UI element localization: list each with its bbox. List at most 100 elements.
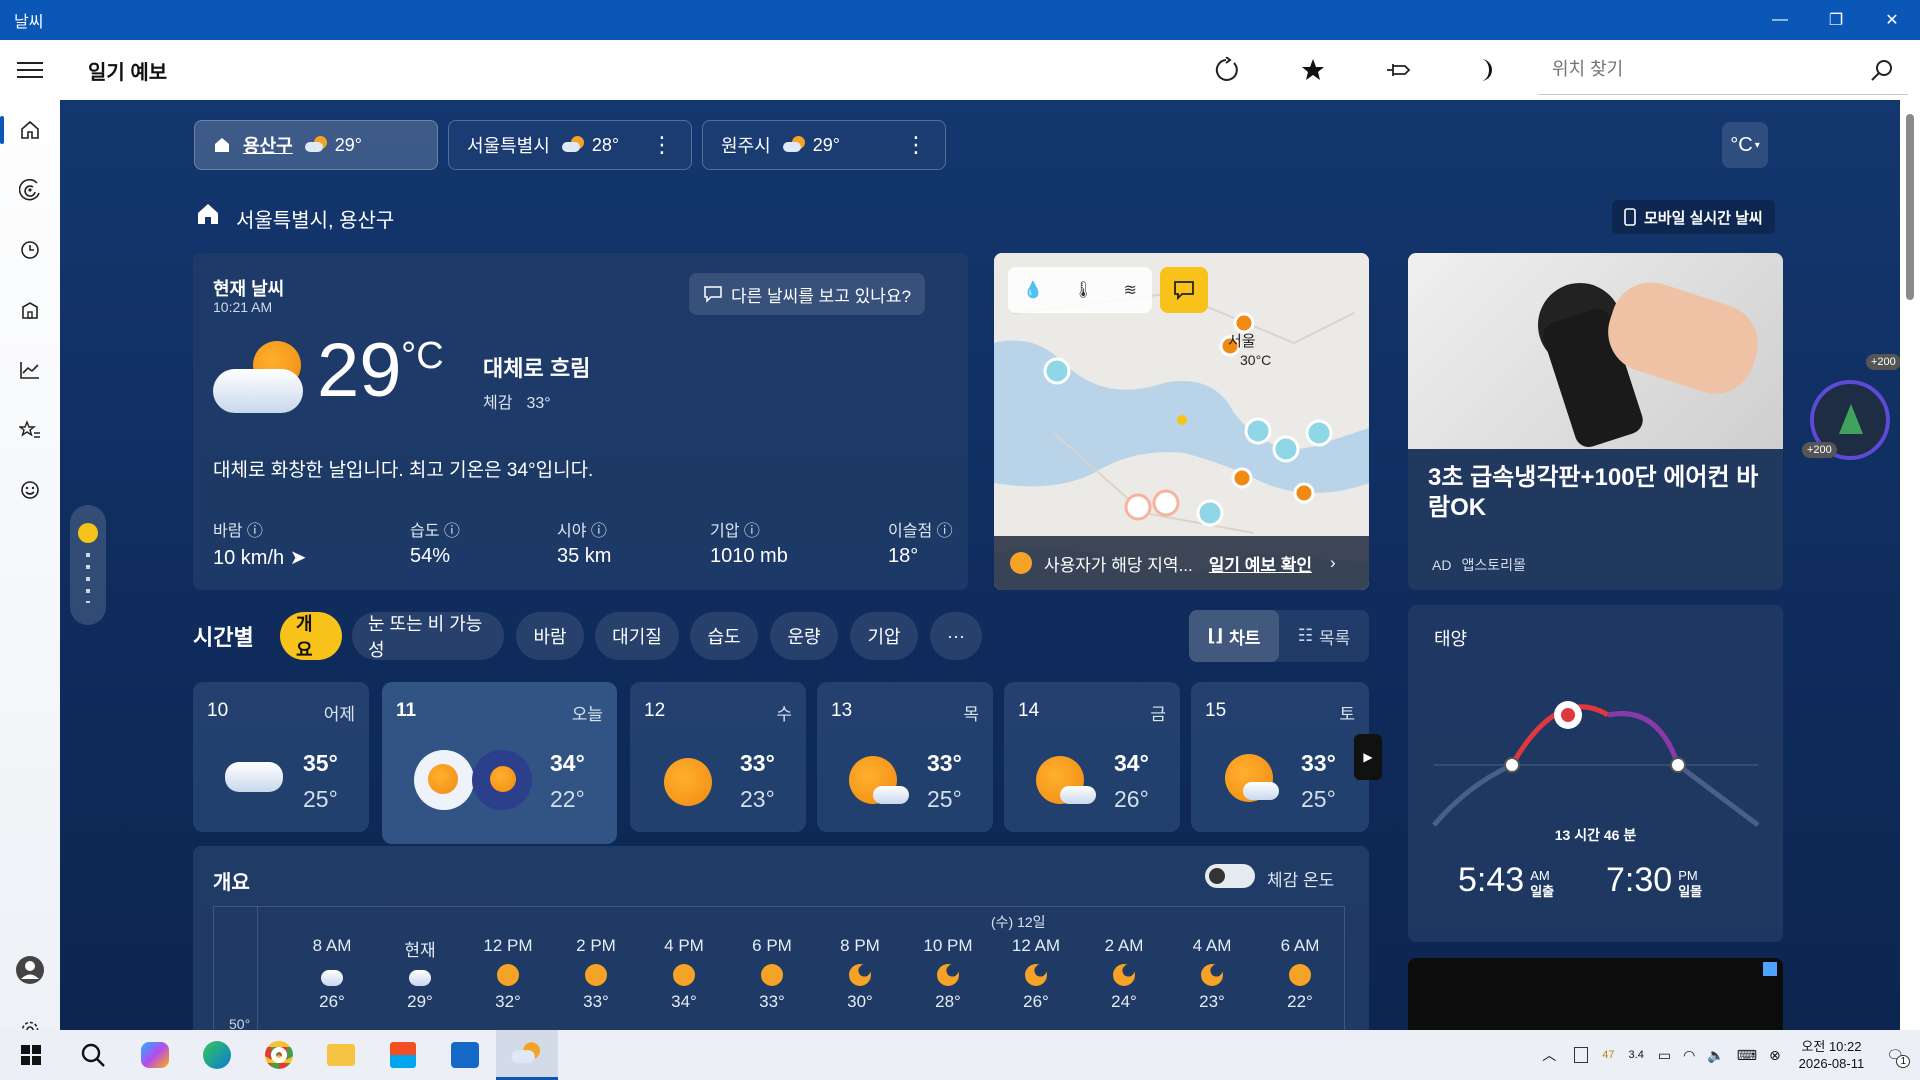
hour-label: 12 AM (1011, 936, 1061, 955)
stat-label: 바람 (213, 523, 243, 540)
copilot-app[interactable] (124, 1030, 186, 1080)
day-low: 25° (927, 786, 962, 812)
map-feedback-button[interactable] (1160, 267, 1208, 313)
stat-pressure[interactable]: 기압 ⓘ 1010 mb (710, 517, 788, 568)
tray-value-2: 3.4 (1628, 1049, 1644, 1061)
ad-choices-icon[interactable] (1763, 962, 1777, 976)
notification-button[interactable]: 🗨 1 (1886, 1047, 1910, 1068)
sidebar-item-account[interactable] (0, 940, 60, 1000)
chevron-up-icon[interactable]: ︿ (1542, 1045, 1556, 1065)
forecast-check-link[interactable]: 일기 예보 확인 (1209, 551, 1312, 576)
wind-layer-icon[interactable]: ≋ (1124, 280, 1137, 300)
pin-button[interactable] (1356, 40, 1442, 100)
more-options-icon[interactable]: ⋮ (905, 132, 927, 158)
day-card-today[interactable]: 11 오늘 34° 22° (382, 682, 617, 844)
sidebar-item-hourly[interactable] (0, 220, 60, 280)
precipitation-layer-icon[interactable]: 💧 (1023, 280, 1043, 300)
location-search-input[interactable] (1552, 59, 1852, 80)
taskbar-search-button[interactable] (62, 1030, 124, 1080)
temperature-layer-icon[interactable]: 🌡 (1073, 280, 1093, 300)
stat-visibility[interactable]: 시야 ⓘ 35 km (557, 517, 611, 568)
minimize-button[interactable]: — (1752, 0, 1808, 40)
outlook-app[interactable] (434, 1030, 496, 1080)
start-button[interactable] (0, 1030, 62, 1080)
chip-cloud[interactable]: 운량 (770, 612, 838, 660)
chart-view-button[interactable]: ⌊⌋ 차트 (1189, 610, 1279, 662)
sidebar-item-home[interactable] (0, 100, 60, 160)
chip-pressure[interactable]: 기압 (850, 612, 918, 660)
next-days-button[interactable]: ▶ (1354, 734, 1382, 780)
reward-badge: +200 (1866, 354, 1900, 370)
ad-card[interactable]: 3초 급속냉각판+100단 에어컨 바람OK AD 앱스토리몰 (1408, 253, 1783, 590)
hour-label: 2 AM (1104, 936, 1144, 955)
tablet-icon[interactable] (1574, 1047, 1589, 1063)
more-options-icon[interactable]: ⋮ (651, 132, 673, 158)
sidebar-item-trends[interactable] (0, 340, 60, 400)
sidebar-item-lifestyle[interactable] (0, 460, 60, 520)
ad-headline[interactable]: 3초 급속냉각판+100단 에어컨 바람OK (1428, 463, 1768, 523)
day-card[interactable]: 13 목 33° 25° (817, 682, 993, 832)
day-card[interactable]: 12 수 33° 23° (630, 682, 806, 832)
clock-date: 2026-08-11 (1798, 1056, 1865, 1071)
location-tab-seoul[interactable]: 서울특별시 28° ⋮ (448, 120, 692, 170)
menu-button[interactable] (0, 40, 60, 100)
chip-humidity[interactable]: 습도 (690, 612, 758, 660)
sidebar-item-favorites[interactable] (0, 400, 60, 460)
chip-precipitation[interactable]: 눈 또는 비 가능성 (352, 612, 504, 660)
restore-button[interactable]: ❐ (1808, 0, 1864, 40)
weather-map-card[interactable]: 서울 30°C 💧 🌡 ≋ 사용자가 해당 지역... 일기 예보 확인 › (994, 253, 1369, 590)
search-icon[interactable] (1870, 58, 1894, 82)
stat-humidity[interactable]: 습도 ⓘ 54% (410, 517, 460, 568)
day-card[interactable]: 15 토 33° 25° (1191, 682, 1369, 832)
scrollbar[interactable] (1900, 100, 1920, 1030)
stat-wind[interactable]: 바람 ⓘ 10 km/h ➤ (213, 517, 306, 570)
battery-icon[interactable]: ▭ (1658, 1047, 1671, 1064)
keyboard-icon[interactable]: ⌨ (1737, 1047, 1757, 1064)
chrome-app[interactable] (248, 1030, 310, 1080)
mic-muted-icon[interactable]: ⊗ (1769, 1047, 1781, 1064)
day-date: 10 (207, 700, 229, 721)
day-card[interactable]: 10 어제 35° 25° (193, 682, 369, 832)
list-view-button[interactable]: ☷ 목록 (1279, 610, 1369, 662)
location-search-box[interactable] (1538, 45, 1908, 95)
store-app[interactable] (372, 1030, 434, 1080)
close-button[interactable]: ✕ (1864, 0, 1920, 40)
location-tab-yongsan[interactable]: 용산구 29° (194, 120, 438, 170)
stat-dewpoint[interactable]: 이슬점 ⓘ 18° (888, 517, 953, 568)
stat-label: 시야 (557, 523, 587, 540)
file-explorer-app[interactable] (310, 1030, 372, 1080)
moon-icon (1025, 964, 1047, 986)
chip-wind[interactable]: 바람 (516, 612, 584, 660)
overview-title: 개요 (213, 872, 250, 894)
dark-mode-button[interactable] (1442, 40, 1528, 100)
smile-icon (21, 481, 39, 499)
sun-card[interactable]: 태양 13 시간 46 분 5:43 AM 일출 7:30 PM 일몰 (1408, 605, 1783, 942)
play-arrow-icon: ▶ (1363, 750, 1373, 764)
clock[interactable]: 오전 10:22 2026-08-11 (1799, 1038, 1865, 1072)
car-ad-card[interactable] (1408, 958, 1783, 1030)
location-tab-wonju[interactable]: 원주시 29° ⋮ (702, 120, 946, 170)
speaker-icon[interactable]: 🔈 (1707, 1047, 1724, 1064)
time-slider[interactable] (70, 505, 106, 625)
star-list-icon (19, 420, 40, 438)
sun-handle-icon[interactable] (78, 523, 98, 543)
chip-air-quality[interactable]: 대기질 (595, 612, 679, 660)
map-footer[interactable]: 사용자가 해당 지역... 일기 예보 확인 › (994, 536, 1369, 590)
sidebar-item-radar[interactable] (0, 160, 60, 220)
hour-temp: 29° (407, 992, 433, 1011)
favorite-button[interactable] (1270, 40, 1356, 100)
edge-app[interactable] (186, 1030, 248, 1080)
chip-more[interactable]: ··· (930, 612, 982, 660)
refresh-button[interactable] (1184, 40, 1270, 100)
wifi-icon[interactable]: ◠ (1683, 1047, 1695, 1064)
day-card[interactable]: 14 금 34° 26° (1004, 682, 1180, 832)
sidebar-item-city[interactable] (0, 280, 60, 340)
day-weekday: 목 (963, 705, 979, 724)
weather-app[interactable] (496, 1030, 558, 1080)
mobile-weather-button[interactable]: 모바일 실시간 날씨 (1612, 200, 1775, 234)
scrollbar-thumb[interactable] (1906, 114, 1914, 300)
feels-like-toggle[interactable] (1205, 864, 1255, 888)
chip-overview[interactable]: 개요 (280, 612, 342, 660)
unit-toggle-button[interactable]: °C ▾ (1722, 122, 1768, 168)
feedback-button[interactable]: 다른 날씨를 보고 있나요? (689, 273, 926, 315)
